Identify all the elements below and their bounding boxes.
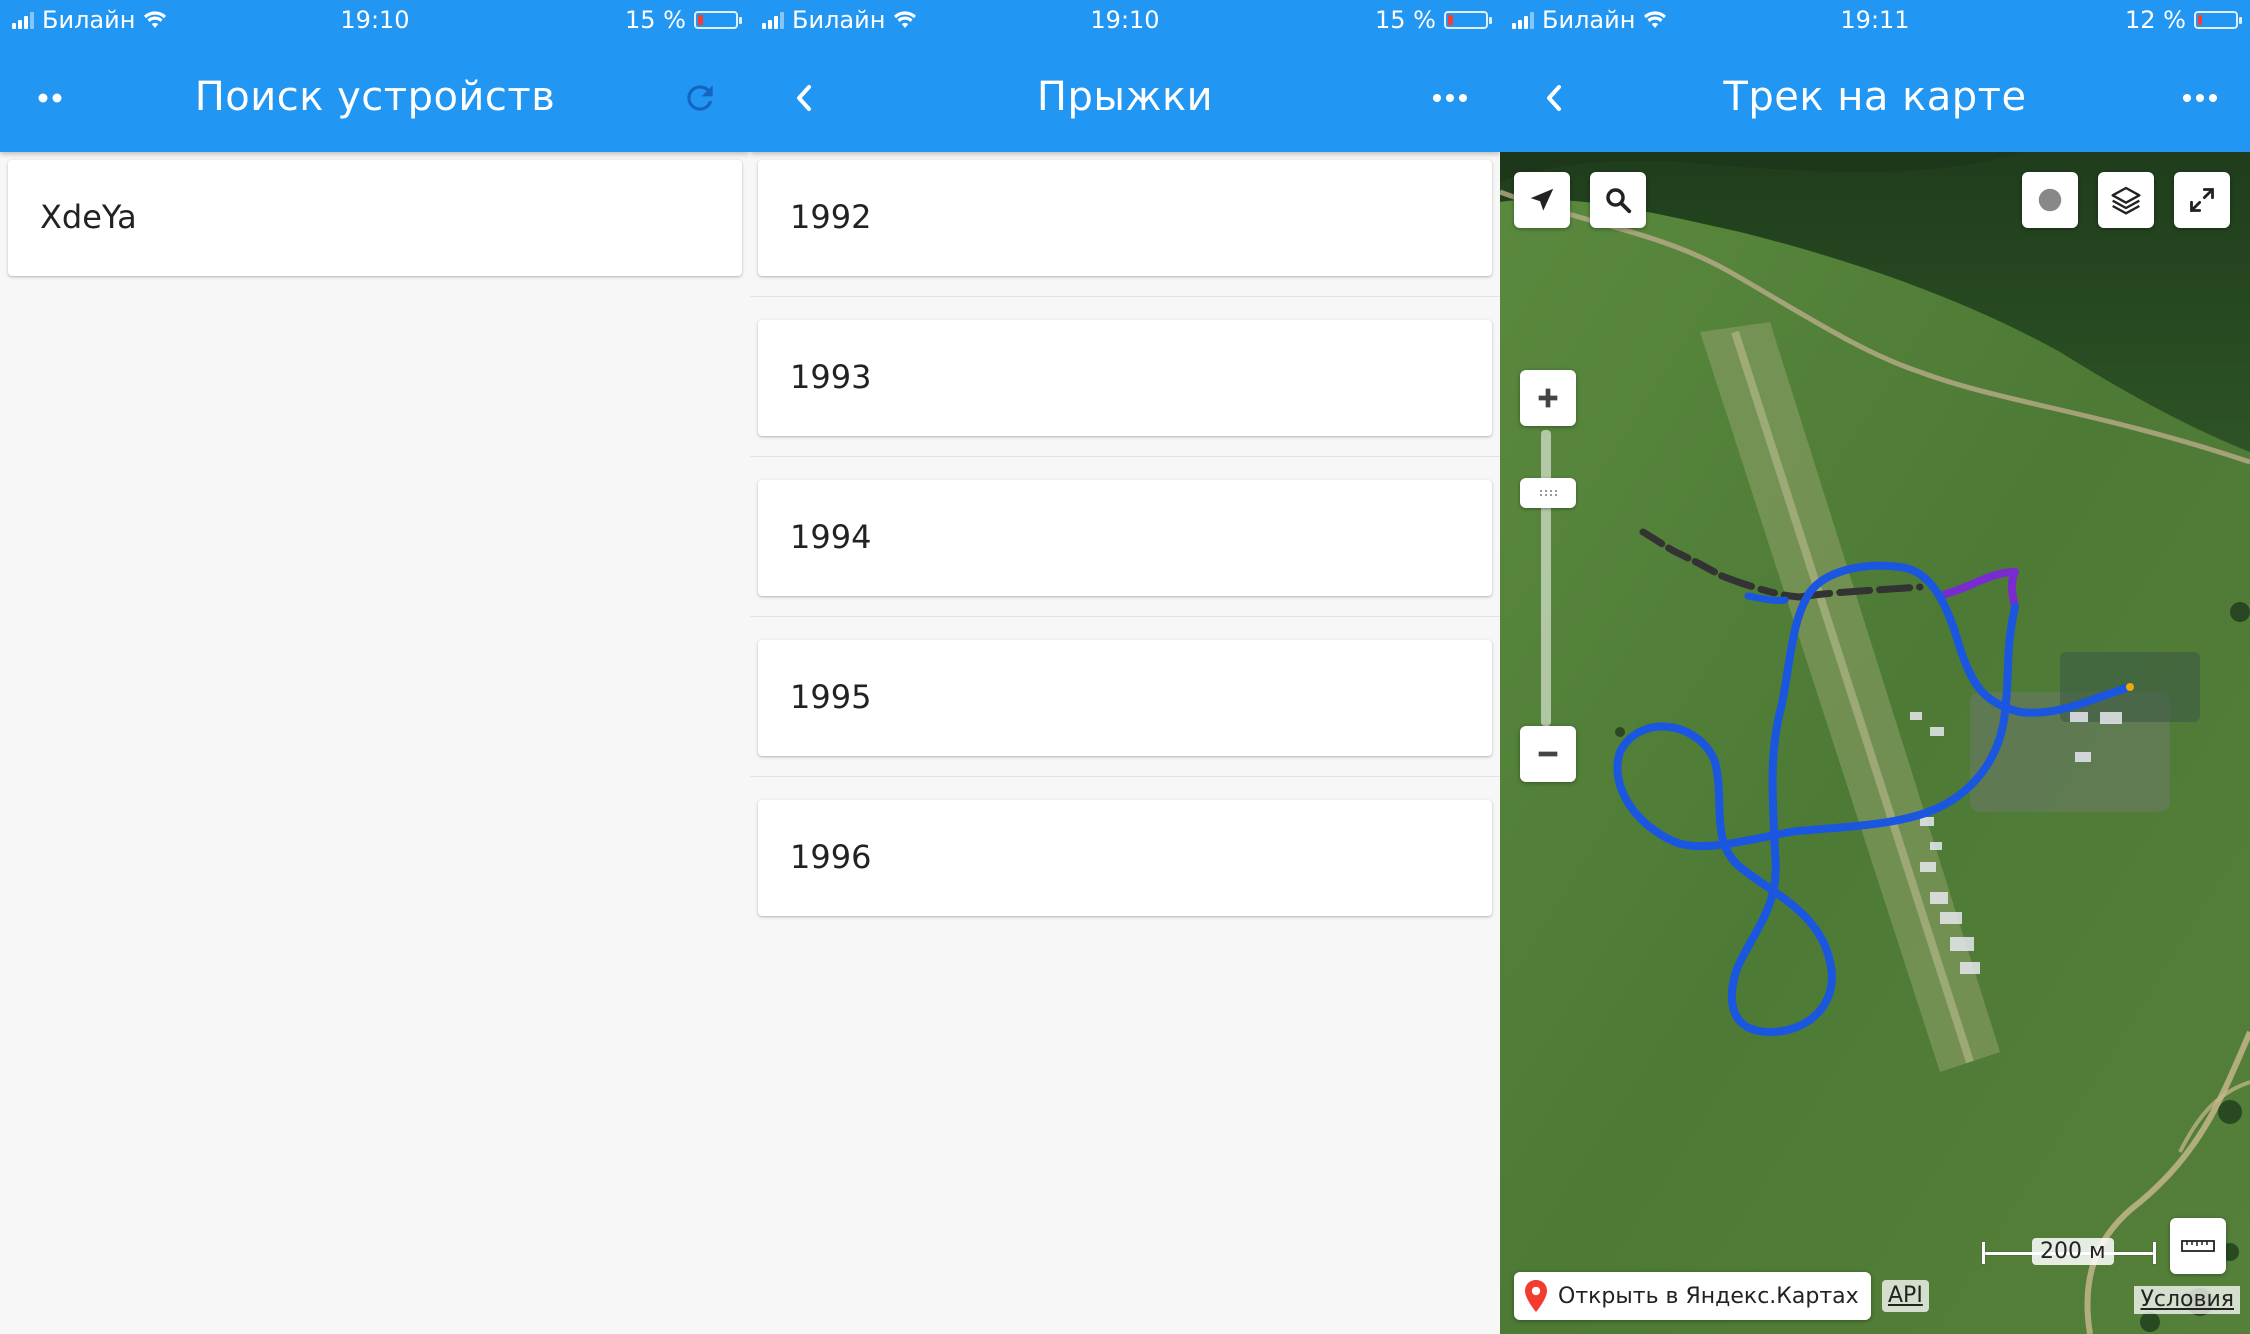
layers-icon [2111, 186, 2141, 215]
list-divider [750, 616, 1500, 617]
layers-button[interactable] [2098, 172, 2154, 228]
battery-percent: 15 % [625, 6, 686, 34]
jump-item[interactable]: 1992 [758, 160, 1492, 276]
search-icon [1606, 188, 1632, 214]
jump-label: 1994 [790, 518, 872, 556]
traffic-circle-icon [2038, 188, 2062, 212]
map-search-button[interactable] [1590, 172, 1646, 228]
more-icon [1433, 94, 1467, 102]
device-item[interactable]: XdeYa [8, 160, 742, 276]
jump-label: 1992 [790, 198, 872, 236]
status-bar: Билайн 19:10 15 % [750, 0, 1500, 40]
jump-label: 1993 [790, 358, 872, 396]
map-view[interactable]: 200 м Открыть в Яндекс.Картах API Услови… [1500, 152, 2250, 1334]
jump-item[interactable]: 1993 [758, 320, 1492, 436]
more-icon [2183, 94, 2217, 102]
plus-icon [1538, 388, 1558, 408]
status-bar: Билайн 19:10 15 % [0, 0, 750, 40]
list-divider [750, 776, 1500, 777]
terms-link[interactable]: Условия [2134, 1286, 2240, 1314]
scale-label: 200 м [2032, 1238, 2114, 1265]
traffic-button[interactable] [2022, 172, 2078, 228]
status-bar: Билайн 19:11 12 % [1500, 0, 2250, 40]
app-header: Билайн 19:11 12 % Трек на карте [1500, 0, 2250, 152]
battery-icon [694, 11, 742, 29]
track-map-screen: Билайн 19:11 12 % Трек на карте 200 м От… [1500, 0, 2250, 1334]
open-in-yandex-maps-button[interactable]: Открыть в Яндекс.Картах [1514, 1272, 1871, 1320]
api-link[interactable]: API [1882, 1280, 1929, 1312]
ruler-icon [2181, 1240, 2215, 1252]
battery-percent: 15 % [1375, 6, 1436, 34]
minus-icon [1538, 751, 1558, 757]
battery-icon [1444, 11, 1492, 29]
zoom-slider-track[interactable] [1541, 430, 1551, 726]
battery-icon [2194, 11, 2242, 29]
page-title: Поиск устройств [194, 74, 556, 120]
app-header: Билайн 19:10 15 % Поиск устройств [0, 0, 750, 152]
jump-item[interactable]: 1995 [758, 640, 1492, 756]
device-search-screen: Билайн 19:10 15 % Поиск устройств XdeYa [0, 0, 750, 1334]
zoom-in-button[interactable] [1520, 370, 1576, 426]
map-scale: 200 м [1982, 1238, 2156, 1268]
jump-label: 1996 [790, 838, 872, 876]
refresh-icon [687, 85, 713, 111]
expand-icon [2190, 188, 2214, 212]
zoom-out-button[interactable] [1520, 726, 1576, 782]
device-name: XdeYa [40, 198, 137, 236]
location-arrow-icon [1530, 188, 1554, 211]
jumps-screen: Билайн 19:10 15 % Прыжки 1992 1993 1994 … [750, 0, 1500, 1334]
app-header: Билайн 19:10 15 % Прыжки [750, 0, 1500, 152]
jump-item[interactable]: 1994 [758, 480, 1492, 596]
jump-item[interactable]: 1996 [758, 800, 1492, 916]
ruler-button[interactable] [2170, 1218, 2226, 1274]
zoom-slider-handle[interactable] [1520, 478, 1576, 508]
list-divider [750, 296, 1500, 297]
page-title: Трек на карте [1723, 74, 2027, 120]
fullscreen-button[interactable] [2174, 172, 2230, 228]
page-title: Прыжки [1036, 74, 1214, 120]
refresh-button[interactable] [672, 70, 728, 126]
locate-button[interactable] [1514, 172, 1570, 228]
satellite-map [1500, 152, 2250, 1334]
map-pin-icon [1525, 1280, 1547, 1312]
more-button[interactable] [1422, 70, 1478, 126]
jump-label: 1995 [790, 678, 872, 716]
more-button[interactable] [2172, 70, 2228, 126]
grip-icon [1540, 490, 1557, 496]
list-divider [750, 456, 1500, 457]
battery-percent: 12 % [2125, 6, 2186, 34]
open-in-yandex-maps-label: Открыть в Яндекс.Картах [1558, 1283, 1859, 1309]
